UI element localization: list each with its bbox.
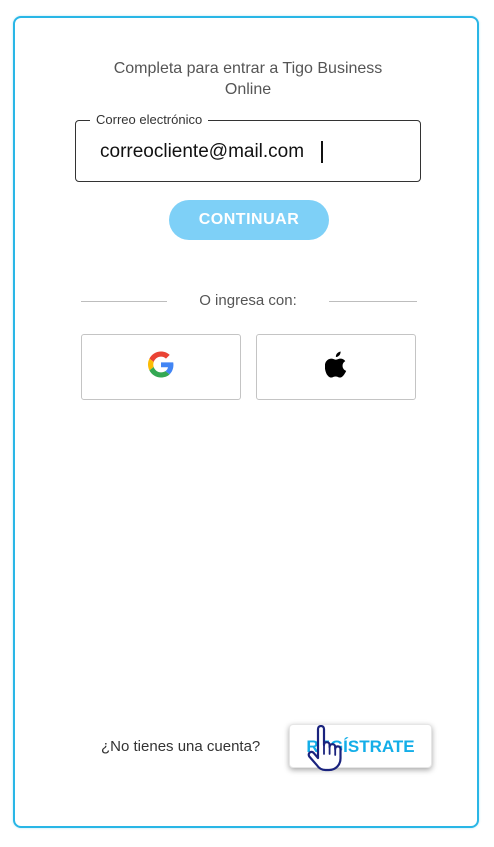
login-card: Completa para entrar a Tigo Business Onl…	[13, 16, 479, 828]
intro-text: Completa para entrar a Tigo Business Onl…	[15, 58, 481, 100]
divider-left	[81, 301, 167, 302]
intro-line-2: Online	[224, 81, 272, 98]
divider-right	[329, 301, 417, 302]
no-account-text: ¿No tienes una cuenta?	[101, 738, 261, 755]
google-login-button[interactable]	[81, 334, 241, 400]
google-icon	[148, 351, 174, 383]
text-caret	[321, 141, 323, 163]
hand-pointer-icon	[307, 724, 345, 778]
alt-login-label: O ingresa con:	[199, 292, 297, 309]
continue-button[interactable]: CONTINUAR	[169, 200, 329, 240]
intro-line-1: Completa para entrar a Tigo Business	[113, 60, 383, 77]
apple-icon	[324, 351, 347, 383]
apple-login-button[interactable]	[256, 334, 416, 400]
email-input[interactable]	[100, 139, 400, 165]
email-field[interactable]: Correo electrónico	[75, 112, 421, 182]
email-field-label: Correo electrónico	[90, 112, 209, 127]
